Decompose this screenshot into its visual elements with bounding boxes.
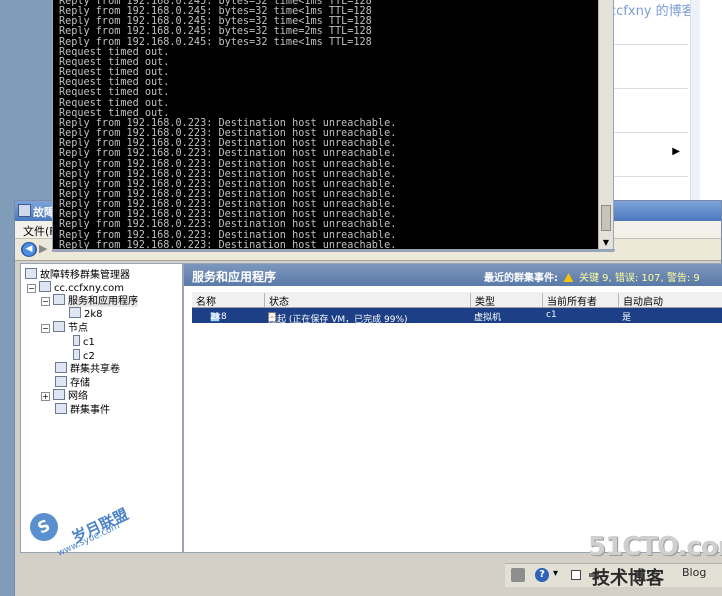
app-icon bbox=[18, 204, 31, 217]
tree-node-c1[interactable]: c1 bbox=[73, 335, 95, 349]
collapse-icon[interactable]: − bbox=[27, 284, 36, 293]
nodes-icon bbox=[53, 321, 65, 332]
storage-icon bbox=[55, 376, 67, 387]
cluster-manager-icon bbox=[25, 268, 37, 279]
vertical-scrollbar[interactable]: ▼ bbox=[598, 0, 613, 250]
column-owner[interactable]: 当前所有者 bbox=[542, 293, 618, 308]
collapse-icon[interactable]: − bbox=[41, 297, 50, 306]
network-icon bbox=[53, 389, 65, 400]
tree-shared-volumes[interactable]: 群集共享卷 bbox=[55, 362, 120, 376]
services-icon bbox=[53, 294, 65, 305]
window-border bbox=[53, 249, 615, 251]
console-output: Reply from 192.168.0.245: bytes=32 time<… bbox=[59, 0, 599, 251]
cell-owner: c1 bbox=[546, 310, 557, 320]
back-icon[interactable]: ◀ bbox=[21, 242, 37, 257]
server-icon bbox=[73, 349, 80, 360]
divider bbox=[613, 44, 688, 45]
scroll-down-icon[interactable]: ▼ bbox=[601, 238, 611, 248]
cell-type: 虚拟机 bbox=[474, 313, 502, 323]
tree-cluster[interactable]: − cc.ccfxny.com bbox=[27, 281, 124, 295]
shared-volume-icon bbox=[55, 362, 67, 373]
column-status[interactable]: 状态 bbox=[264, 293, 470, 308]
tree-services[interactable]: − 服务和应用程序 bbox=[41, 294, 138, 308]
console-line: Reply from 192.168.0.223: Destination ho… bbox=[59, 148, 397, 160]
column-type[interactable]: 类型 bbox=[470, 293, 542, 308]
content-header: 服务和应用程序 最近的群集事件: 关键 9, 错误: 107, 警告: 9 bbox=[184, 264, 722, 286]
network-tray-icon[interactable] bbox=[511, 568, 525, 582]
column-name[interactable]: 名称 bbox=[192, 293, 264, 308]
events-summary-link[interactable]: 关键 9, 错误: 107, 警告: 9 bbox=[579, 273, 700, 284]
recent-events: 最近的群集事件: 关键 9, 错误: 107, 警告: 9 bbox=[484, 269, 700, 284]
server-icon bbox=[73, 335, 80, 346]
syue-watermark: S 岁月联盟 www.syue.com bbox=[0, 495, 150, 595]
recent-events-label: 最近的群集事件: bbox=[484, 273, 558, 284]
vm-icon bbox=[69, 307, 81, 318]
divider bbox=[613, 176, 688, 177]
table-row[interactable]: 2k8 挂起 (正在保存 VM，已完成 99%) 虚拟机 c1 是 bbox=[192, 308, 722, 325]
51cto-blog-cn: 技术博客 bbox=[592, 568, 664, 589]
services-table: 名称 状态 类型 当前所有者 自动启动 2k8 挂起 (正在保存 VM，已完成 … bbox=[192, 292, 722, 325]
divider bbox=[613, 88, 688, 89]
menu-file[interactable]: 文件(F bbox=[23, 223, 56, 239]
page-title: 服务和应用程序 bbox=[192, 270, 277, 284]
cell-autostart: 是 bbox=[622, 313, 632, 323]
51cto-logo-text: 51CTO.com bbox=[588, 532, 722, 562]
tree-network[interactable]: + 网络 bbox=[41, 389, 88, 403]
syue-logo: S bbox=[25, 508, 63, 546]
arrow-right-icon[interactable]: ▶ bbox=[672, 146, 680, 157]
tree-nodes[interactable]: − 节点 bbox=[41, 321, 88, 335]
chevron-down-icon[interactable]: ▾ bbox=[553, 568, 567, 582]
column-autostart[interactable]: 自动启动 bbox=[618, 293, 694, 308]
events-icon bbox=[55, 403, 67, 414]
tree-vm[interactable]: 2k8 bbox=[69, 307, 103, 321]
tree-storage[interactable]: 存储 bbox=[55, 376, 90, 390]
tree-root[interactable]: 故障转移群集管理器 bbox=[25, 268, 130, 282]
table-header: 名称 状态 类型 当前所有者 自动启动 bbox=[192, 292, 722, 308]
help-icon[interactable]: ? bbox=[535, 568, 549, 582]
51cto-watermark: 51CTO.com 技术博客 Blog bbox=[588, 532, 722, 594]
collapse-icon[interactable]: − bbox=[41, 324, 50, 333]
warning-icon bbox=[563, 273, 574, 282]
cluster-icon bbox=[39, 281, 51, 292]
content-pane: 服务和应用程序 最近的群集事件: 关键 9, 错误: 107, 警告: 9 名称… bbox=[183, 263, 722, 553]
flag-icon[interactable] bbox=[571, 570, 581, 580]
tree-events[interactable]: 群集事件 bbox=[55, 403, 110, 417]
51cto-blog-en: Blog bbox=[682, 566, 707, 579]
background-window: ccfxny 的博客 ▶ bbox=[609, 0, 722, 205]
scrollbar-thumb[interactable] bbox=[601, 205, 611, 231]
divider bbox=[613, 132, 688, 133]
expand-icon[interactable]: + bbox=[41, 392, 50, 401]
scroll-strip bbox=[690, 0, 700, 205]
tree-node-c2[interactable]: c2 bbox=[73, 349, 95, 363]
blog-watermark: ccfxny 的博客 bbox=[609, 4, 695, 19]
command-prompt-window[interactable]: Reply from 192.168.0.245: bytes=32 time<… bbox=[52, 0, 615, 252]
